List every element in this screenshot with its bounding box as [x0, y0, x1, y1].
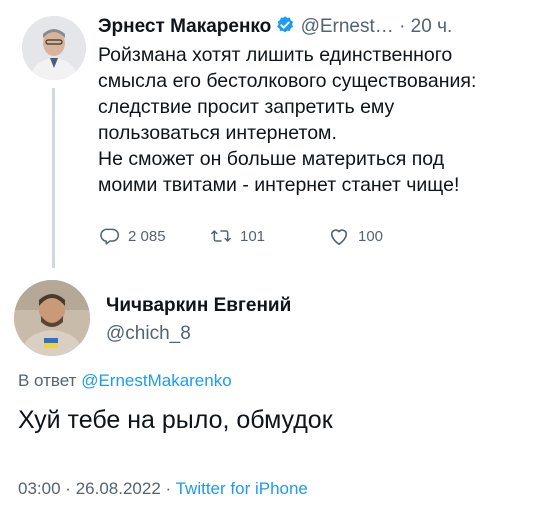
tweet-text-line: Ройзмана хотят лишить единственного: [98, 44, 453, 66]
replying-to-line: В ответ @ErnestMakarenko: [18, 370, 232, 392]
parent-tweet-text: Ройзмана хотят лишить единственного смыс…: [98, 42, 548, 198]
parent-author-handle[interactable]: @Ernest…: [301, 16, 394, 37]
avatar-portrait-icon: [14, 280, 90, 356]
parent-tweet[interactable]: Эрнест Макаренко @Ernest… · 20 ч. Ройзма…: [0, 0, 557, 270]
reply-button[interactable]: 2 085: [100, 224, 166, 248]
reply-tweet-text: Хуй тебе на рыло, обмудок: [18, 406, 333, 434]
parent-tweet-header: Эрнест Макаренко @Ernest… · 20 ч.: [98, 15, 452, 42]
parent-author-avatar[interactable]: [22, 16, 86, 80]
reply-count: 2 085: [128, 227, 166, 245]
like-count: 100: [358, 227, 384, 245]
like-button[interactable]: 100: [328, 224, 383, 248]
tweet-source-link[interactable]: Twitter for iPhone: [176, 479, 308, 498]
reply-tweet-time[interactable]: 03:00: [18, 479, 61, 498]
tweet-text-line: Не сможет он больше материться под: [98, 148, 445, 170]
thread-connector-line: [52, 88, 55, 268]
heart-icon: [330, 229, 348, 245]
reply-author-avatar[interactable]: [14, 280, 90, 356]
reply-tweet-date[interactable]: 26.08.2022: [76, 479, 161, 498]
verified-badge-icon: [275, 15, 295, 42]
replying-to-mention-link[interactable]: @ErnestMakarenko: [81, 371, 232, 390]
parent-author-name[interactable]: Эрнест Макаренко: [98, 16, 271, 37]
tweet-text-line: моими твитами - интернет станет чище!: [98, 174, 460, 196]
tweet-text-line: пользоваться интернетом.: [98, 122, 337, 144]
parent-tweet-time[interactable]: 20 ч.: [411, 16, 453, 37]
parent-tweet-actions: 2 085 101 100: [100, 224, 500, 248]
retweet-button[interactable]: 101: [210, 224, 265, 248]
replying-to-label: В ответ: [18, 371, 77, 390]
tweet-text-line: следствие просит запретить ему: [98, 96, 395, 118]
retweet-count: 101: [240, 227, 266, 245]
retweet-icon: [211, 230, 231, 242]
reply-tweet-meta: 03:00 · 26.08.2022 · Twitter for iPhone: [18, 478, 308, 500]
avatar-portrait-icon: [22, 16, 86, 80]
reply-author-name[interactable]: Чичваркин Евгений: [106, 294, 291, 318]
meta-separator: ·: [65, 479, 71, 498]
header-separator: ·: [399, 16, 406, 37]
tweet-screenshot: Эрнест Макаренко @Ernest… · 20 ч. Ройзма…: [0, 0, 557, 507]
reply-author-handle[interactable]: @chich_8: [106, 322, 191, 346]
tweet-text-line: смысла его бестолкового существования:: [98, 70, 477, 92]
meta-separator: ·: [165, 479, 172, 498]
reply-icon: [100, 228, 120, 245]
